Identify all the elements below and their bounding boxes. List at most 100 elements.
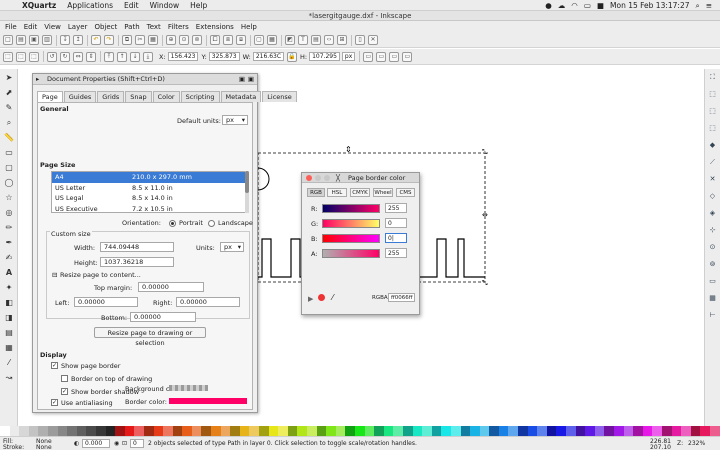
cloud-icon[interactable]: ☁ (558, 1, 566, 10)
transform-gradients-icon[interactable]: ▭ (389, 51, 400, 62)
snap-smooth-icon[interactable]: ◈ (707, 208, 718, 219)
scale-handle-corner-icon[interactable]: ⤡ (482, 148, 488, 156)
palette-swatch[interactable] (28, 426, 39, 436)
palette-swatch[interactable] (239, 426, 250, 436)
palette-swatch[interactable] (652, 426, 662, 436)
palette-swatch[interactable] (220, 426, 231, 436)
flip-v-icon[interactable]: ⇕ (86, 51, 96, 62)
transform-patterns-icon[interactable]: ▭ (402, 51, 413, 62)
snap-nodes-icon[interactable]: ◆ (707, 140, 718, 151)
x-input[interactable]: 156.423 (167, 52, 199, 61)
print-icon[interactable]: ▥ (42, 35, 52, 45)
eyedropper-icon[interactable]: ⁄ (332, 293, 333, 302)
palette-swatch[interactable] (633, 426, 643, 436)
wechat-icon[interactable]: ● (545, 1, 552, 10)
list-item[interactable]: A4 210.0 x 297.0 mm (52, 172, 247, 183)
deselect-icon[interactable]: ⬚ (29, 51, 39, 62)
menu-list-icon[interactable]: ≡ (706, 1, 712, 10)
palette-swatch[interactable] (402, 426, 413, 436)
copy-icon[interactable]: ⧉ (122, 35, 132, 45)
bottom-margin-input[interactable]: 0.00000 (130, 312, 196, 322)
zoom-icon[interactable] (324, 175, 330, 181)
palette-swatch[interactable] (134, 426, 144, 436)
red-input[interactable]: 255 (385, 203, 407, 213)
dialog-detach-icon[interactable]: ▣ (239, 74, 245, 85)
fill-stroke-icon[interactable]: ◩ (285, 35, 295, 45)
spiral-tool-icon[interactable]: ◎ (3, 207, 15, 219)
tab-color[interactable]: Color (152, 91, 180, 102)
tab-guides[interactable]: Guides (63, 91, 97, 102)
palette-swatch[interactable] (441, 426, 451, 436)
border-on-top-checkbox[interactable] (61, 375, 68, 382)
palette-swatch[interactable] (412, 426, 423, 436)
snap-page-icon[interactable]: ▭ (707, 276, 718, 287)
palette-swatch[interactable] (661, 426, 672, 436)
palette-swatch[interactable] (374, 426, 384, 436)
select-all-icon[interactable]: ⬚ (3, 51, 13, 62)
tab-cmyk[interactable]: CMYK (350, 188, 370, 197)
palette-swatch[interactable] (460, 426, 471, 436)
palette-swatch[interactable] (364, 426, 375, 436)
search-icon[interactable]: ⌕ (696, 1, 700, 11)
menu-layer[interactable]: Layer (68, 23, 88, 31)
palette-swatch[interactable] (575, 426, 586, 436)
palette-swatch[interactable] (594, 426, 605, 436)
red-slider[interactable] (322, 204, 380, 213)
battery-icon[interactable]: ▭ (584, 1, 591, 10)
snap-cusp-icon[interactable]: ◇ (707, 191, 718, 202)
units-select[interactable]: px ▾ (220, 242, 244, 252)
lower-icon[interactable]: ↓ (130, 51, 140, 62)
menu-filters[interactable]: Filters (168, 23, 189, 31)
tab-snap[interactable]: Snap (125, 91, 152, 102)
tab-scripting[interactable]: Scripting (180, 91, 220, 102)
save-icon[interactable]: ▣ (29, 35, 39, 45)
redo-icon[interactable]: ↷ (104, 35, 114, 45)
list-item[interactable]: US Letter 8.5 x 11.0 in (52, 183, 247, 194)
align-icon[interactable]: ⊞ (337, 35, 347, 45)
ellipse-tool-icon[interactable]: ◯ (3, 177, 15, 189)
green-slider[interactable] (322, 219, 380, 228)
ungroup-icon[interactable]: ▦ (267, 35, 277, 45)
list-item[interactable]: US Legal 8.5 x 14.0 in (52, 193, 247, 204)
blue-input[interactable]: 0| (385, 233, 407, 243)
palette-swatch[interactable] (287, 426, 298, 436)
page-size-list[interactable]: A4 210.0 x 297.0 mm US Letter 8.5 x 11.0 i… (51, 171, 248, 213)
portrait-radio[interactable] (169, 220, 176, 227)
palette-swatch[interactable] (700, 426, 710, 436)
tab-rgb[interactable]: RGB (307, 188, 325, 197)
resize-expander-label[interactable]: Resize page to content... (60, 271, 141, 279)
raise-top-icon[interactable]: ⤒ (104, 51, 114, 62)
menu-object[interactable]: Object (94, 23, 117, 31)
duplicate-icon[interactable]: ⧠ (210, 35, 220, 45)
scale-corners-icon[interactable]: ▭ (376, 51, 387, 62)
palette-swatch[interactable] (278, 426, 288, 436)
arc-path[interactable] (257, 167, 270, 191)
menu-window[interactable]: Window (150, 1, 180, 10)
connector-tool-icon[interactable]: ↝ (3, 372, 15, 384)
menu-edit-app[interactable]: Edit (24, 23, 38, 31)
eraser-tool-icon[interactable]: ◧ (3, 297, 15, 309)
blue-slider[interactable] (322, 234, 380, 243)
minimize-icon[interactable] (315, 175, 321, 181)
palette-swatch[interactable] (566, 426, 576, 436)
green-input[interactable]: 0 (385, 218, 407, 228)
palette-swatch[interactable] (47, 426, 58, 436)
layers-icon[interactable]: ▤ (311, 35, 321, 45)
palette-swatch[interactable] (268, 426, 279, 436)
zoom-drawing-icon[interactable]: ⊙ (179, 35, 189, 45)
snap-paths-icon[interactable]: ⟋ (707, 157, 718, 168)
palette-swatch[interactable] (556, 426, 567, 436)
palette-swatch[interactable] (671, 426, 682, 436)
palette-swatch[interactable] (76, 426, 87, 436)
snap-bbox-corner-icon[interactable]: ⬚ (707, 123, 718, 134)
list-item[interactable]: US Executive 7.2 x 10.5 in (52, 204, 247, 213)
text-font-icon[interactable]: T (298, 35, 308, 45)
select-all-layers-icon[interactable]: ⬚ (16, 51, 26, 62)
landscape-radio[interactable] (208, 220, 215, 227)
default-units-select[interactable]: px ▾ (222, 115, 248, 125)
unit-select[interactable]: px (341, 52, 356, 61)
scale-handle-top-icon[interactable]: ⇕ (345, 145, 352, 154)
palette-swatch[interactable] (259, 426, 269, 436)
tab-wheel[interactable]: Wheel (373, 188, 393, 197)
palette-swatch[interactable] (115, 426, 125, 436)
